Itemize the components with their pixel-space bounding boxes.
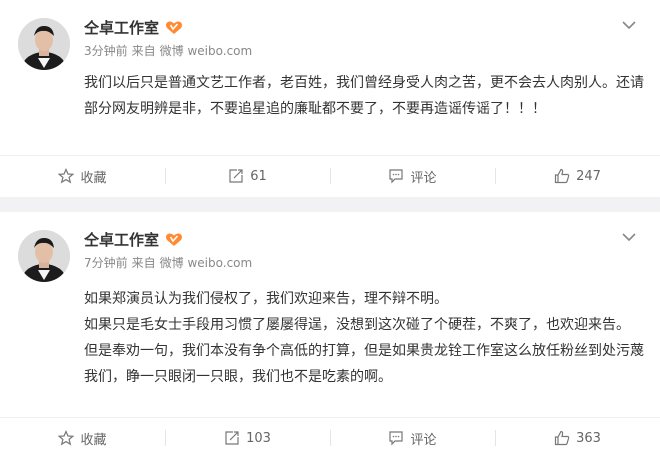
post-time[interactable]: 3分钟前 [84,42,128,59]
action-bar: 收藏 103 评论 363 [0,418,660,457]
avatar[interactable] [18,18,70,70]
favorite-label: 收藏 [80,170,107,186]
comment-icon [389,431,404,446]
repost-icon [225,431,239,445]
favorite-label: 收藏 [80,432,107,448]
post-paragraph: 但是奉劝一句，我们本没有争个高低的打算，但是如果贵龙铨工作室这么放任粉丝到处污蔑… [84,343,644,385]
star-icon [58,430,75,446]
post-source: 微博 weibo.com [159,256,253,270]
post-paragraph: 如果只是毛女士手段用习惯了屡屡得逞，没想到这次碰了个硬茬，不爽了，也欢迎来告。 [84,317,630,333]
post-meta: 3分钟前 来自 微博 weibo.com [84,42,252,59]
author-name[interactable]: 仝卓工作室 [84,17,159,38]
like-count: 247 [576,168,601,184]
chevron-down-icon[interactable] [622,232,636,242]
source-prefix: 来自 [131,44,156,58]
vip-badge-icon [166,233,183,246]
author-name[interactable]: 仝卓工作室 [84,229,159,250]
like-count: 363 [576,430,601,446]
thumb-up-icon [554,168,570,184]
favorite-button[interactable]: 收藏 [0,418,165,457]
weibo-post-card: 仝卓工作室 7分钟前 来自 微博 weibo.com 如果郑演员认为我们侵权了，… [0,212,660,457]
repost-count: 103 [246,430,271,446]
repost-button[interactable]: 103 [165,418,330,457]
post-content: 如果郑演员认为我们侵权了，我们欢迎来告，理不辩不明。 如果只是毛女士手段用习惯了… [84,286,644,390]
post-meta: 7分钟前 来自 微博 weibo.com [84,254,252,271]
comment-button[interactable]: 评论 [330,156,495,196]
chevron-down-icon[interactable] [622,20,636,30]
post-paragraph: 如果郑演员认为我们侵权了，我们欢迎来告，理不辩不明。 [84,291,448,307]
avatar[interactable] [18,230,70,282]
weibo-post-card: 仝卓工作室 3分钟前 来自 微博 weibo.com 我们以后只是普通文艺工作者… [0,0,660,197]
post-paragraph: 我们以后只是普通文艺工作者，老百姓，我们曾经身受人肉之苦，更不会去人肉别人。还请… [84,75,644,117]
comment-label: 评论 [410,432,437,448]
comment-button[interactable]: 评论 [330,418,495,457]
post-source: 微博 weibo.com [159,44,253,58]
like-button[interactable]: 363 [495,418,660,457]
star-icon [58,168,75,184]
comment-icon [389,169,404,184]
repost-button[interactable]: 61 [165,156,330,196]
post-content: 我们以后只是普通文艺工作者，老百姓，我们曾经身受人肉之苦，更不会去人肉别人。还请… [84,70,644,122]
like-button[interactable]: 247 [495,156,660,196]
repost-count: 61 [250,168,267,184]
source-prefix: 来自 [131,256,156,270]
comment-label: 评论 [410,170,437,186]
author-row: 仝卓工作室 [84,228,183,250]
vip-badge-icon [166,21,183,34]
repost-icon [229,169,243,183]
post-time[interactable]: 7分钟前 [84,254,128,271]
thumb-up-icon [554,430,570,446]
author-row: 仝卓工作室 [84,16,183,38]
favorite-button[interactable]: 收藏 [0,156,165,196]
action-bar: 收藏 61 评论 247 [0,156,660,196]
